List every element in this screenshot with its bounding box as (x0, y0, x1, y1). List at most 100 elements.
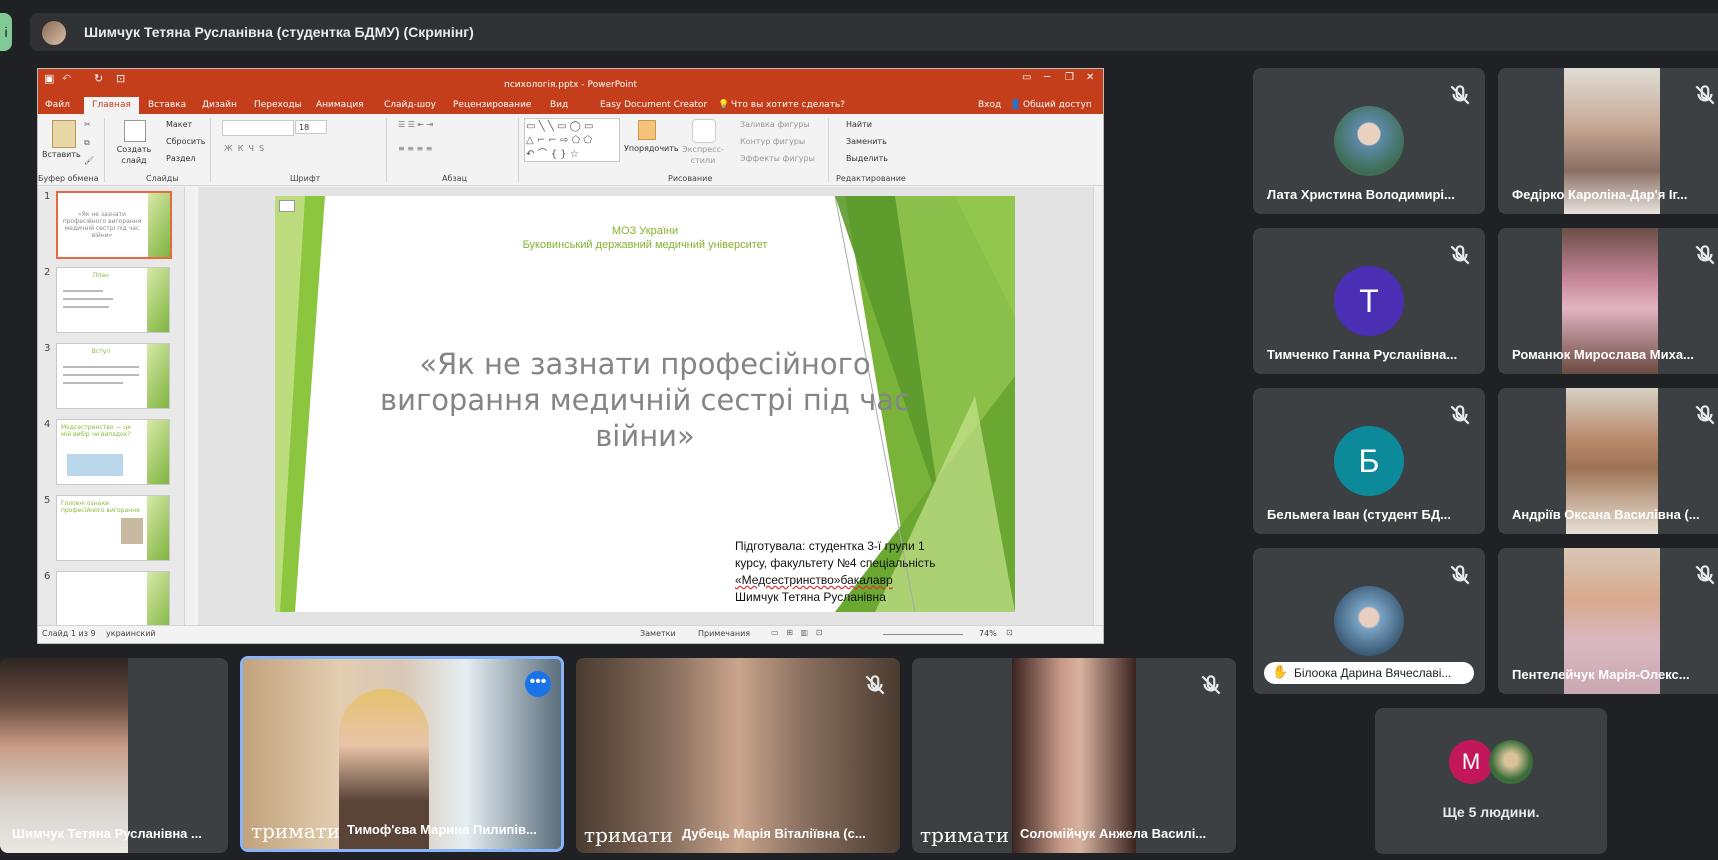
participant-tile[interactable]: тримати Дубець Марія Віталіївна (с... (576, 658, 900, 853)
new-slide-icon[interactable] (124, 120, 146, 142)
quick-styles-icon[interactable] (692, 119, 716, 143)
thumbnail-number: 3 (44, 343, 51, 354)
ribbon-options-icon[interactable]: ▭ (1022, 72, 1031, 83)
zoom-level[interactable]: 74% (979, 629, 997, 638)
participant-tile[interactable]: Пентелейчук Марія-Олекс... (1498, 548, 1718, 694)
slide-thumbnail[interactable]: Медсестринство — це мій вибір чи випадок… (56, 419, 170, 485)
ribbon-separator (104, 118, 105, 182)
font-name-box[interactable] (222, 120, 294, 136)
zoom-slider[interactable] (883, 634, 963, 635)
thumbnail-title: Медсестринство — це мій вибір чи випадок… (61, 424, 132, 438)
shape-fill-button[interactable]: Заливка фигуры (740, 120, 810, 129)
thumbnail-image (121, 518, 143, 544)
reset-button[interactable]: Сбросить (166, 137, 205, 146)
save-icon[interactable]: ▣ (44, 72, 54, 85)
tab-animation[interactable]: Анимация (316, 97, 364, 114)
participant-tile[interactable]: Т Тимченко Ганна Русланівна... (1253, 228, 1485, 374)
participant-tile[interactable]: Романюк Мирослава Миха... (1498, 228, 1718, 374)
thumbnail-number: 4 (44, 419, 51, 430)
tab-slideshow[interactable]: Слайд-шоу (384, 97, 436, 114)
slide-thumbnail[interactable]: Вступ (56, 343, 170, 409)
tab-view[interactable]: Вид (550, 97, 568, 114)
thumbnail-text-line (63, 290, 103, 292)
presentation-bar: Шимчук Тетяна Русланівна (студентка БДМУ… (30, 13, 1718, 51)
participant-tile[interactable]: ✋ Білоока Дарина Вячеславі... (1253, 548, 1485, 694)
tab-file[interactable]: Файл (45, 97, 70, 114)
shape-effects-button[interactable]: Эффекты фигуры (740, 154, 815, 163)
tab-insert[interactable]: Вставка (148, 97, 186, 114)
undo-icon[interactable]: ↶ (62, 72, 71, 85)
thumbnail-number: 6 (44, 571, 51, 582)
slide-thumbnail[interactable]: План (56, 267, 170, 333)
participant-tile[interactable]: Лата Христина Володимирі... (1253, 68, 1485, 214)
tell-me-box[interactable]: Что вы хотите сделать? (731, 97, 845, 114)
participant-tile[interactable]: Шимчук Тетяна Русланівна ... (0, 658, 228, 853)
shapes-gallery[interactable]: ▭ ╲ ╲ ▭ ◯ ▭ △ ⌐ ⌐ ⇨ ⬠ ⬠ ↶ ⌒ { } ☆ (524, 118, 620, 162)
slide-thumbnail[interactable]: Головні ознаки професійного вигорання (56, 495, 170, 561)
layout-button[interactable]: Макет (166, 120, 192, 129)
author-line: «Медсестринство»бакалавр (735, 573, 893, 587)
more-options-icon[interactable]: ••• (525, 671, 551, 697)
comment-icon[interactable] (279, 200, 295, 212)
participant-name: Бельмега Іван (студент БД... (1267, 507, 1451, 522)
participant-video (0, 658, 128, 853)
tab-review[interactable]: Рецензирование (453, 97, 531, 114)
more-participants-tile[interactable]: М Ще 5 людини. (1375, 708, 1607, 854)
list-icons[interactable]: ☰ ☰ ⇤ ⇥ (398, 120, 433, 129)
ribbon-separator (210, 118, 211, 182)
participant-tile[interactable]: Федірко Кароліна-Дар'я Іг... (1498, 68, 1718, 214)
paste-icon[interactable] (52, 120, 76, 148)
participant-tile[interactable]: Андріїв Оксана Василівна (... (1498, 388, 1718, 534)
slideshow-start-icon[interactable]: ⊡ (116, 72, 125, 85)
redo-icon[interactable]: ↻ (94, 72, 103, 85)
align-icons[interactable]: ≡ ≡ ≡ ≡ (398, 144, 432, 153)
participant-name: Шимчук Тетяна Русланівна ... (12, 826, 202, 841)
font-style-buttons[interactable]: Ж К Ч S (224, 144, 264, 153)
participant-tile[interactable]: тримати Соломійчук Анжела Василі... (912, 658, 1236, 853)
section-button[interactable]: Раздел (166, 154, 196, 163)
arrange-icon[interactable] (638, 120, 656, 140)
fit-slide-icon[interactable]: ⊡ (1006, 628, 1013, 637)
slide-org-line2: Буковинський державний медичний універси… (522, 239, 768, 251)
arrange-button[interactable]: Упорядочить (624, 144, 679, 153)
mic-off-icon (1692, 562, 1718, 588)
new-slide-button[interactable]: Создать слайд (114, 144, 154, 166)
copy-icon[interactable]: ⧉ (84, 138, 90, 148)
share-button[interactable]: Общий доступ (1023, 97, 1092, 114)
ribbon-separator (828, 118, 829, 182)
select-button[interactable]: Выделить (846, 154, 888, 163)
view-buttons[interactable]: ▭ ⊞ ▥ ⊡ (771, 628, 822, 637)
close-icon[interactable]: ✕ (1086, 72, 1094, 83)
slide-thumbnail[interactable]: «Як не зазнати професійного вигорання ме… (56, 191, 172, 259)
quick-styles-button[interactable]: Экспресс-стили (682, 144, 724, 166)
signin-link[interactable]: Вход (978, 97, 1001, 114)
slide-scrollbar[interactable] (1093, 187, 1103, 625)
paste-button[interactable]: Вставить (42, 150, 81, 159)
format-painter-icon[interactable]: 🖌 (84, 156, 94, 165)
mic-off-icon (862, 672, 888, 698)
ribbon-separator (386, 118, 387, 182)
participant-name: Лата Христина Володимирі... (1267, 187, 1455, 202)
shape-outline-button[interactable]: Контур фигуры (740, 137, 805, 146)
language-indicator[interactable]: украинский (106, 629, 156, 638)
tab-design[interactable]: Дизайн (202, 97, 237, 114)
thumbnail-scrollbar[interactable] (184, 187, 195, 625)
tab-home[interactable]: Главная (84, 97, 139, 114)
mic-off-icon (1447, 82, 1473, 108)
cut-icon[interactable]: ✂ (84, 120, 91, 129)
participant-tile-active[interactable]: ••• тримати Тимоф'єва Марина Пилипів... (240, 656, 564, 852)
mic-off-icon (1692, 402, 1718, 428)
restore-icon[interactable]: ❐ (1065, 72, 1074, 83)
notes-button[interactable]: Заметки (640, 629, 676, 638)
minimize-icon[interactable]: ─ (1044, 72, 1050, 83)
tab-transitions[interactable]: Переходы (254, 97, 302, 114)
ribbon-separator (518, 118, 519, 182)
person-icon: 👤 (1010, 100, 1022, 110)
replace-button[interactable]: Заменить (846, 137, 887, 146)
comments-button[interactable]: Примечания (698, 629, 750, 638)
find-button[interactable]: Найти (846, 120, 872, 129)
participant-tile[interactable]: Б Бельмега Іван (студент БД... (1253, 388, 1485, 534)
slide-author-block: Підготувала: студентка 3-ї групи 1 курсу… (735, 538, 1005, 606)
font-size-box[interactable]: 18 (295, 120, 327, 134)
tab-easy-document-creator[interactable]: Easy Document Creator (600, 97, 707, 114)
